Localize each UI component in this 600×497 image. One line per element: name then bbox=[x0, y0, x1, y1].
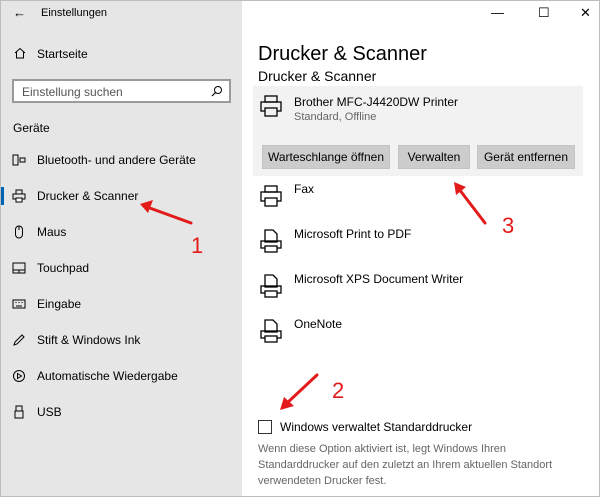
sidebar-item-home[interactable]: Startseite bbox=[1, 41, 242, 65]
minimize-button[interactable]: — bbox=[491, 5, 504, 20]
fax-printer-icon bbox=[260, 185, 282, 207]
sidebar-item-label: Drucker & Scanner bbox=[37, 189, 139, 203]
search-icon[interactable] bbox=[211, 85, 223, 97]
printer-list-item[interactable]: Microsoft Print to PDF bbox=[253, 223, 583, 263]
mouse-icon bbox=[15, 225, 23, 239]
section-title-devices: Geräte bbox=[13, 121, 50, 135]
printer-icon bbox=[260, 95, 282, 117]
open-queue-button[interactable]: Warteschlange öffnen bbox=[262, 145, 390, 169]
titlebar: ← Einstellungen bbox=[1, 1, 242, 27]
settings-window: ← Einstellungen Startseite Einstellung s… bbox=[0, 0, 600, 497]
sidebar-item-label: USB bbox=[37, 405, 62, 419]
manage-button[interactable]: Verwalten bbox=[398, 145, 470, 169]
printer-name: Brother MFC-J4420DW Printer bbox=[294, 95, 459, 109]
bluetooth-icon bbox=[12, 154, 26, 166]
remove-device-button[interactable]: Gerät entfernen bbox=[477, 145, 575, 169]
section-heading: Drucker & Scanner bbox=[258, 68, 377, 84]
document-printer-icon bbox=[260, 274, 282, 298]
default-printer-checkbox[interactable] bbox=[258, 420, 272, 434]
sidebar-item-label: Touchpad bbox=[37, 261, 90, 275]
main-content: — ☐ ✕ Drucker & Scanner Drucker & Scanne… bbox=[242, 1, 599, 496]
autoplay-icon bbox=[13, 370, 25, 382]
keyboard-icon bbox=[12, 299, 26, 309]
pen-icon bbox=[13, 334, 25, 346]
sidebar-item-autoplay[interactable]: Automatische Wiedergabe bbox=[1, 359, 242, 393]
active-indicator bbox=[1, 187, 4, 205]
sidebar-item-printers[interactable]: Drucker & Scanner bbox=[1, 179, 242, 213]
sidebar-item-input[interactable]: Eingabe bbox=[1, 287, 242, 321]
sidebar-item-bluetooth[interactable]: Bluetooth- und andere Geräte bbox=[1, 143, 242, 177]
search-placeholder: Einstellung suchen bbox=[22, 85, 123, 99]
sidebar-item-usb[interactable]: USB bbox=[1, 395, 242, 429]
sidebar: ← Einstellungen Startseite Einstellung s… bbox=[1, 1, 242, 496]
back-button[interactable]: ← bbox=[13, 5, 26, 20]
page-title: Drucker & Scanner bbox=[258, 43, 427, 65]
annotation-number: 2 bbox=[332, 378, 345, 403]
document-printer-icon bbox=[260, 229, 282, 253]
app-title: Einstellungen bbox=[41, 7, 108, 19]
printer-name: Fax bbox=[294, 182, 315, 196]
printer-list-item[interactable]: OneNote bbox=[253, 313, 583, 353]
printer-name: Microsoft Print to PDF bbox=[294, 227, 412, 241]
close-button[interactable]: ✕ bbox=[580, 5, 591, 21]
window-controls: — ☐ ✕ bbox=[481, 1, 599, 27]
printer-icon bbox=[12, 189, 26, 203]
document-printer-icon bbox=[260, 319, 282, 343]
sidebar-item-pen[interactable]: Stift & Windows Ink bbox=[1, 323, 242, 357]
sidebar-item-label: Maus bbox=[37, 225, 67, 239]
printer-name: OneNote bbox=[294, 317, 343, 331]
printer-status: Standard, Offline bbox=[294, 111, 377, 123]
sidebar-item-label: Eingabe bbox=[37, 297, 82, 311]
home-label: Startseite bbox=[37, 47, 88, 61]
search-input[interactable]: Einstellung suchen bbox=[12, 79, 231, 103]
printer-list-item[interactable]: Fax bbox=[253, 178, 583, 218]
checkbox-label[interactable]: Windows verwaltet Standarddrucker bbox=[280, 420, 472, 434]
sidebar-item-label: Bluetooth- und andere Geräte bbox=[37, 153, 196, 167]
usb-icon bbox=[14, 405, 24, 419]
sidebar-item-touchpad[interactable]: Touchpad bbox=[1, 251, 242, 285]
printer-name: Microsoft XPS Document Writer bbox=[294, 272, 464, 286]
checkbox-description: Wenn diese Option aktiviert ist, legt Wi… bbox=[258, 443, 553, 487]
sidebar-item-mouse[interactable]: Maus bbox=[1, 215, 242, 249]
printer-list-item[interactable]: Microsoft XPS Document Writer bbox=[253, 268, 583, 308]
sidebar-item-label: Stift & Windows Ink bbox=[37, 333, 141, 347]
annotation-number: 1 bbox=[191, 233, 204, 258]
maximize-button[interactable]: ☐ bbox=[538, 5, 550, 21]
sidebar-item-label: Automatische Wiedergabe bbox=[37, 369, 178, 383]
annotation-number: 3 bbox=[502, 213, 515, 238]
home-icon bbox=[14, 47, 26, 59]
touchpad-icon bbox=[12, 262, 26, 274]
